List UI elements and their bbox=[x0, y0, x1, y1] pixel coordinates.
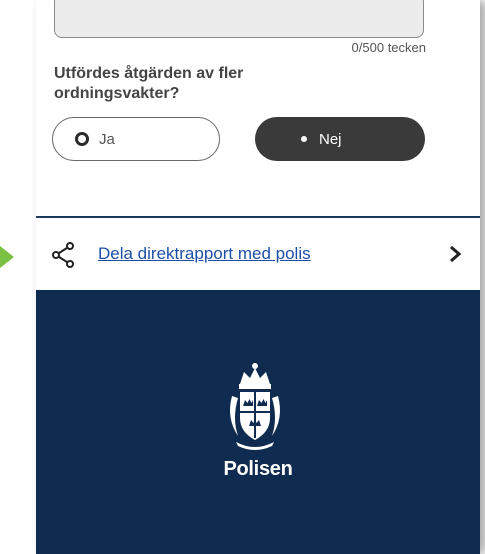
brand-name: Polisen bbox=[223, 458, 293, 480]
question-label: Utfördes åtgärden av fler ordningsvakter… bbox=[54, 65, 244, 102]
share-icon bbox=[52, 242, 74, 268]
option-yes-label: Ja bbox=[99, 130, 115, 148]
radio-unselected-icon bbox=[75, 132, 89, 146]
footer: Polisen bbox=[36, 290, 480, 554]
radio-selected-icon bbox=[301, 136, 307, 142]
char-counter: 0/500 tecken bbox=[351, 40, 426, 55]
app-screen: 0/500 tecken Utfördes åtgärden av fler o… bbox=[36, 0, 480, 554]
option-no-label: Nej bbox=[319, 130, 342, 148]
polisen-crest-logo bbox=[230, 363, 280, 450]
share-report-row[interactable]: Dela direktrapport med polis bbox=[36, 218, 480, 290]
option-no-button[interactable]: Nej bbox=[255, 117, 425, 161]
chevron-right-icon[interactable] bbox=[448, 244, 462, 264]
share-report-link[interactable]: Dela direktrapport med polis bbox=[98, 244, 311, 264]
page: 0/500 tecken Utfördes åtgärden av fler o… bbox=[0, 0, 485, 554]
option-yes-button[interactable]: Ja bbox=[52, 117, 220, 161]
description-textarea[interactable] bbox=[54, 0, 424, 38]
pointer-arrow-indicator bbox=[0, 246, 14, 268]
